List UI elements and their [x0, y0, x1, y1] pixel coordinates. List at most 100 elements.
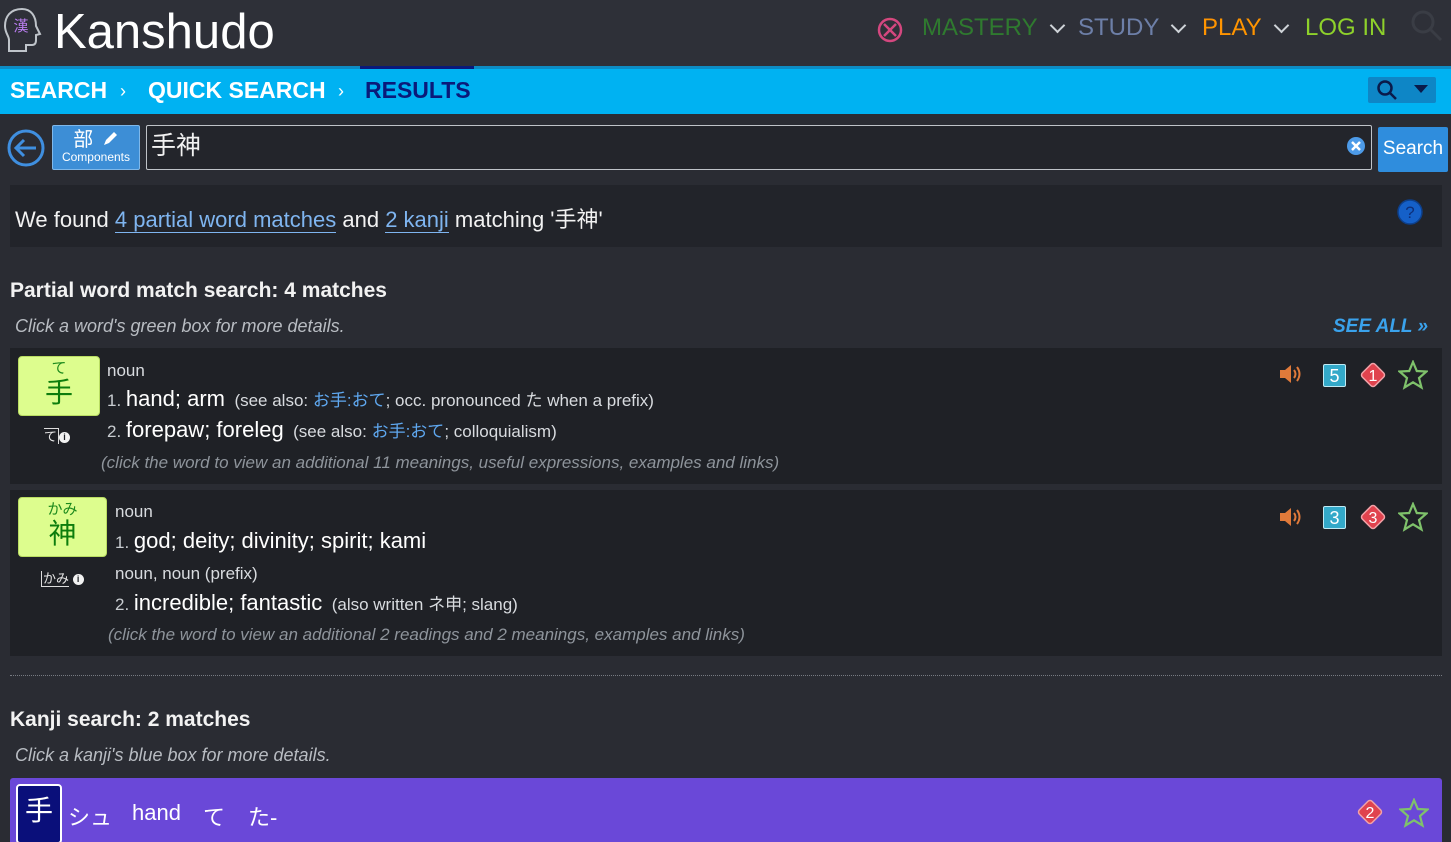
- note-open: (see also:: [234, 391, 313, 410]
- part-of-speech: noun, noun (prefix): [115, 564, 258, 583]
- meaning-gloss: incredible; fantastic: [133, 590, 323, 615]
- word-card: て 手 てi noun 1. hand; arm (see also: お手:お…: [10, 348, 1442, 484]
- components-button[interactable]: 部 Components: [52, 125, 140, 170]
- breadcrumb-search[interactable]: SEARCH: [10, 77, 107, 104]
- frequency-value: 3: [1369, 510, 1378, 527]
- help-icon[interactable]: ?: [1396, 198, 1424, 226]
- see-also-link[interactable]: お手:おて: [372, 422, 445, 441]
- nav-play[interactable]: PLAY: [1202, 14, 1289, 42]
- kanji-box[interactable]: 手: [16, 784, 62, 842]
- word-kanji: 神: [48, 517, 77, 550]
- kanji-meaning: hand: [132, 800, 181, 825]
- pencil-icon: [103, 132, 117, 145]
- summary-prefix: We found: [15, 207, 109, 232]
- kanji-kun-reading: て: [203, 805, 226, 830]
- word-matches-link[interactable]: 4 partial word matches: [114, 207, 337, 233]
- frequency-badge[interactable]: 3: [1359, 503, 1387, 531]
- chevron-down-icon: [1273, 17, 1289, 33]
- note-open: (see also:: [293, 422, 372, 441]
- word-card: かみ 神 かみ i noun 1. god; deity; divinity; …: [10, 490, 1442, 656]
- nav-study[interactable]: STUDY: [1078, 14, 1187, 42]
- more-details-note[interactable]: (click the word to view an additional 11…: [101, 453, 779, 473]
- word-box[interactable]: かみ 神: [18, 497, 107, 557]
- pitch-accent[interactable]: かみ i: [41, 568, 84, 587]
- logo-head-icon[interactable]: 漢: [2, 5, 44, 55]
- kanji-section-title: Kanji search: 2 matches: [10, 708, 251, 731]
- see-also-link[interactable]: お手:おて: [313, 391, 386, 410]
- meaning-gloss: god; deity; divinity; spirit; kami: [133, 528, 427, 553]
- breadcrumb-separator: ›: [338, 81, 344, 101]
- word-furigana: かみ: [47, 501, 78, 518]
- more-details-note[interactable]: (click the word to view an additional 2 …: [108, 625, 745, 645]
- breadcrumb-separator: ›: [120, 81, 126, 101]
- meaning-line: 2. incredible; fantastic (also written ネ…: [115, 590, 518, 616]
- word-kanji: 手: [44, 376, 73, 409]
- see-all-link[interactable]: SEE ALL »: [1333, 316, 1428, 338]
- word-section-title: Partial word match search: 4 matches: [10, 279, 387, 302]
- svg-text:?: ?: [1405, 203, 1414, 222]
- active-crumb-indicator: [360, 66, 474, 69]
- nav-mastery[interactable]: MASTERY: [922, 14, 1065, 42]
- summary-and: and: [342, 207, 380, 232]
- components-label: Components: [61, 150, 131, 164]
- caret-down-icon: [1414, 85, 1428, 93]
- frequency-badge[interactable]: 1: [1359, 361, 1387, 389]
- part-of-speech: noun: [107, 361, 145, 380]
- chevron-down-icon: [1049, 17, 1065, 33]
- chevron-down-icon: [1171, 17, 1187, 33]
- nav-play-label: PLAY: [1202, 14, 1262, 41]
- meaning-number: 2.: [107, 422, 122, 441]
- back-arrow-icon[interactable]: [6, 128, 46, 168]
- frequency-badge[interactable]: 2: [1356, 798, 1384, 826]
- components-glyph: 部: [73, 129, 94, 151]
- search-icon: [1377, 80, 1397, 100]
- summary-text: We found 4 partial word matches and 2 ka…: [15, 202, 603, 234]
- meaning-note: (also written ネ申; slang): [331, 595, 518, 614]
- note-rest: ; occ. pronounced た when a prefix): [385, 391, 654, 410]
- search-input[interactable]: 手神: [146, 125, 1372, 170]
- meaning-line: 1. hand; arm (see also: お手:おて; occ. pron…: [107, 386, 654, 412]
- breadcrumb: SEARCH › QUICK SEARCH › RESULTS: [0, 66, 1451, 114]
- top-bar: 漢 Kanshudo MASTERY STUDY PLAY LOG IN: [0, 0, 1451, 66]
- kanji-matches-link[interactable]: 2 kanji: [385, 207, 449, 233]
- pitch-reading: かみ: [41, 571, 70, 587]
- breadcrumb-results[interactable]: RESULTS: [365, 77, 471, 104]
- jlpt-badge[interactable]: 3: [1323, 506, 1346, 529]
- results-summary: We found 4 partial word matches and 2 ka…: [10, 185, 1442, 247]
- meaning-line: 2. forepaw; foreleg (see also: お手:おて; co…: [107, 417, 557, 443]
- word-section-hint: Click a word's green box for more detail…: [15, 316, 345, 336]
- star-icon[interactable]: [1398, 360, 1428, 390]
- kanji-kun-reading: た-: [248, 805, 278, 830]
- nav-login[interactable]: LOG IN: [1305, 14, 1386, 42]
- search-button[interactable]: Search: [1378, 127, 1448, 172]
- summary-suffix: matching '手神': [454, 207, 603, 232]
- note-rest: ; colloquialism): [444, 422, 557, 441]
- search-icon[interactable]: [1410, 9, 1444, 43]
- meaning-number: 1.: [115, 533, 130, 552]
- breadcrumb-search-toggle[interactable]: [1368, 77, 1436, 103]
- jlpt-badge[interactable]: 5: [1323, 364, 1346, 387]
- info-icon: i: [59, 432, 71, 444]
- clear-search-icon[interactable]: [1346, 136, 1366, 156]
- nav-study-label: STUDY: [1078, 14, 1160, 41]
- meaning-line: 1. god; deity; divinity; spirit; kami: [115, 528, 426, 554]
- kanji-on-reading: シュ: [68, 805, 113, 830]
- meaning-gloss: hand; arm: [125, 386, 225, 411]
- part-of-speech: noun: [115, 502, 153, 521]
- speaker-icon[interactable]: [1278, 362, 1304, 386]
- app-name[interactable]: Kanshudo: [54, 4, 275, 60]
- pitch-reading: て: [44, 428, 60, 444]
- meaning-number: 2.: [115, 595, 130, 614]
- star-icon[interactable]: [1398, 502, 1428, 532]
- kanji-result-row: 手 シュ hand て た- 2: [10, 778, 1442, 842]
- star-icon[interactable]: [1399, 798, 1429, 828]
- frequency-value: 1: [1369, 368, 1378, 385]
- info-icon: i: [72, 574, 84, 586]
- word-box[interactable]: て 手: [18, 356, 100, 416]
- breadcrumb-quick-search[interactable]: QUICK SEARCH: [148, 77, 326, 104]
- meaning-number: 1.: [107, 391, 122, 410]
- section-divider: [10, 675, 1442, 676]
- pitch-accent[interactable]: てi: [44, 426, 71, 445]
- mastery-icon[interactable]: [876, 16, 904, 44]
- speaker-icon[interactable]: [1278, 505, 1304, 529]
